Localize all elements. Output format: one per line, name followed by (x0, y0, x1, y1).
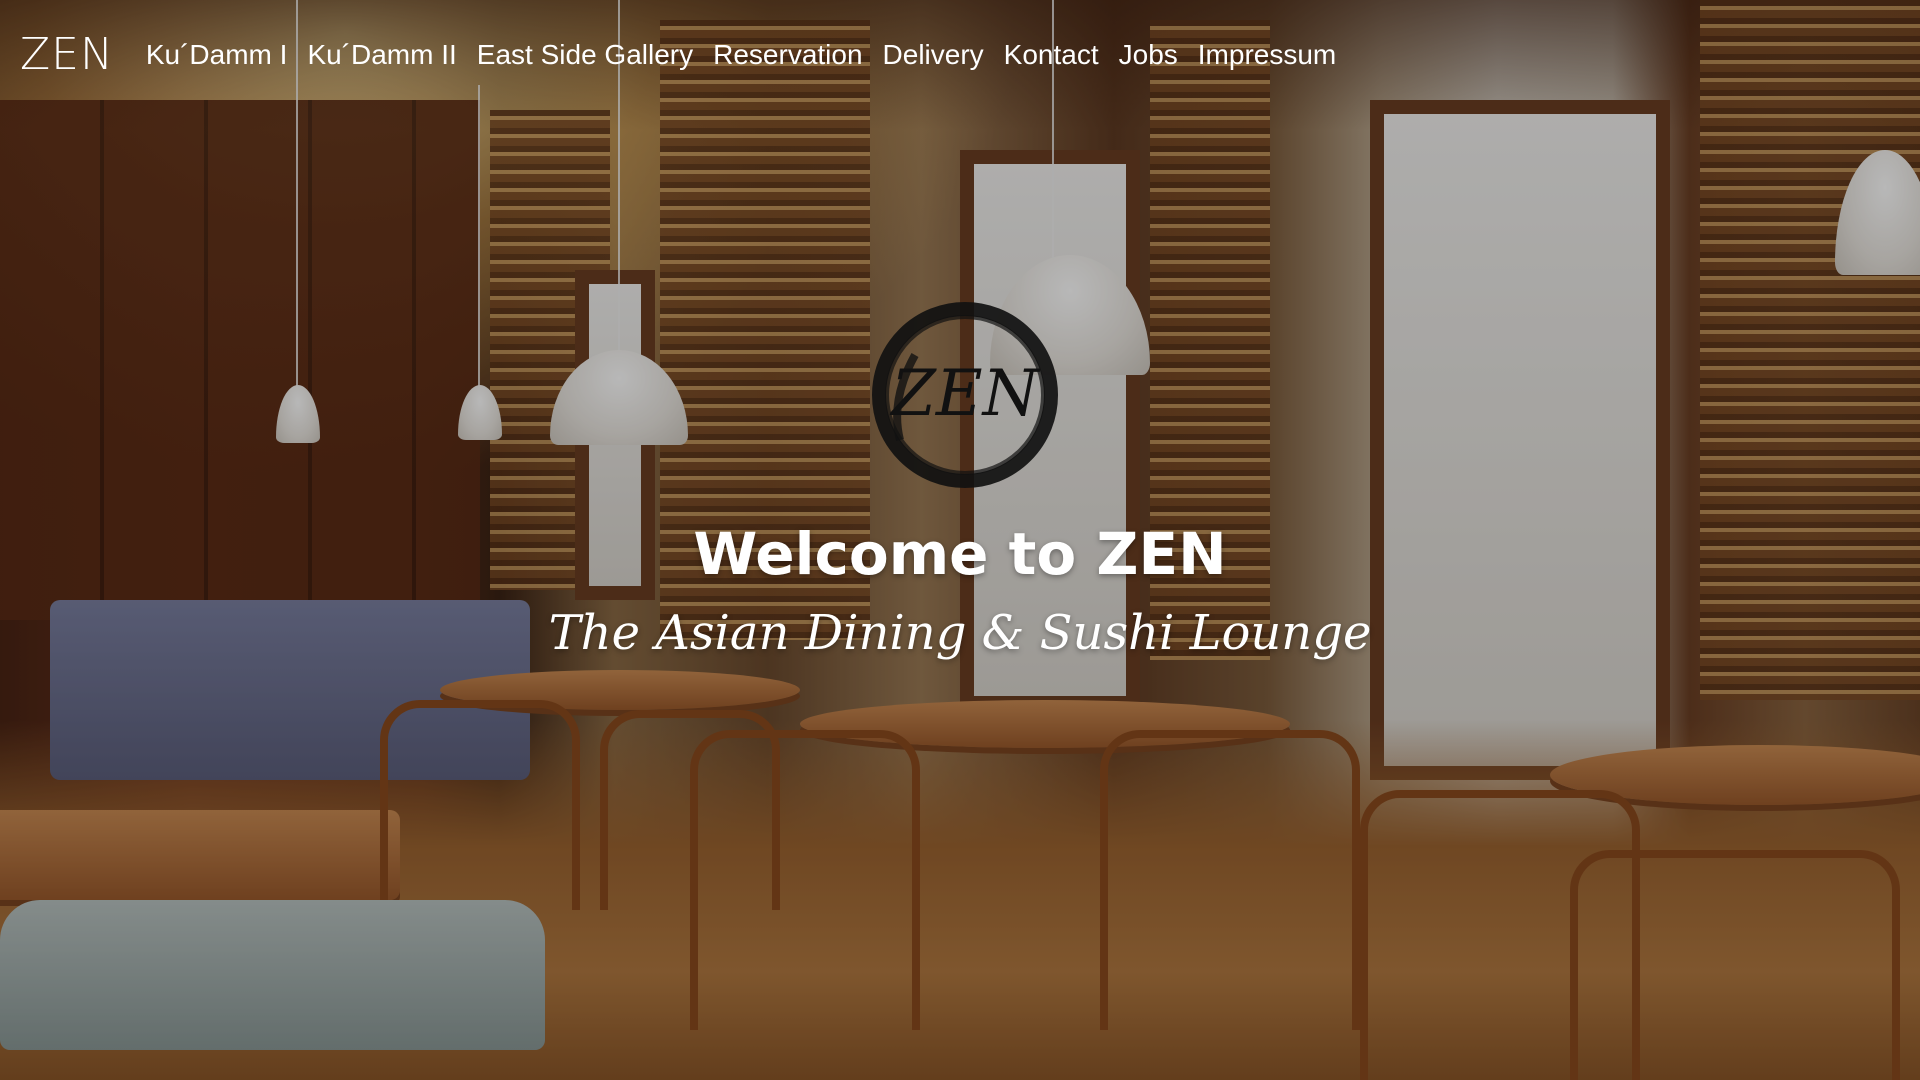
nav-link-delivery[interactable]: Delivery (883, 30, 984, 80)
nav-link-kudamm-2[interactable]: Ku´Damm II (307, 30, 456, 80)
zen-enso-logo: ZEN (872, 302, 1058, 488)
main-navigation: ZEN Ku´Damm I Ku´Damm II East Side Galle… (20, 30, 1336, 80)
nav-link-reservation[interactable]: Reservation (713, 30, 862, 80)
zen-logo-text: ZEN (889, 357, 1040, 431)
brand-logo-link[interactable]: ZEN (20, 30, 114, 80)
hero-subtitle: The Asian Dining & Sushi Lounge (548, 605, 1372, 661)
nav-link-kudamm-1[interactable]: Ku´Damm I (146, 30, 288, 80)
nav-link-east-side-gallery[interactable]: East Side Gallery (477, 30, 693, 80)
nav-link-kontact[interactable]: Kontact (1004, 30, 1099, 80)
nav-link-jobs[interactable]: Jobs (1119, 30, 1178, 80)
nav-link-impressum[interactable]: Impressum (1198, 30, 1336, 80)
page: ZEN Ku´Damm I Ku´Damm II East Side Galle… (0, 0, 1920, 1080)
hero-title: Welcome to ZEN (693, 520, 1227, 588)
